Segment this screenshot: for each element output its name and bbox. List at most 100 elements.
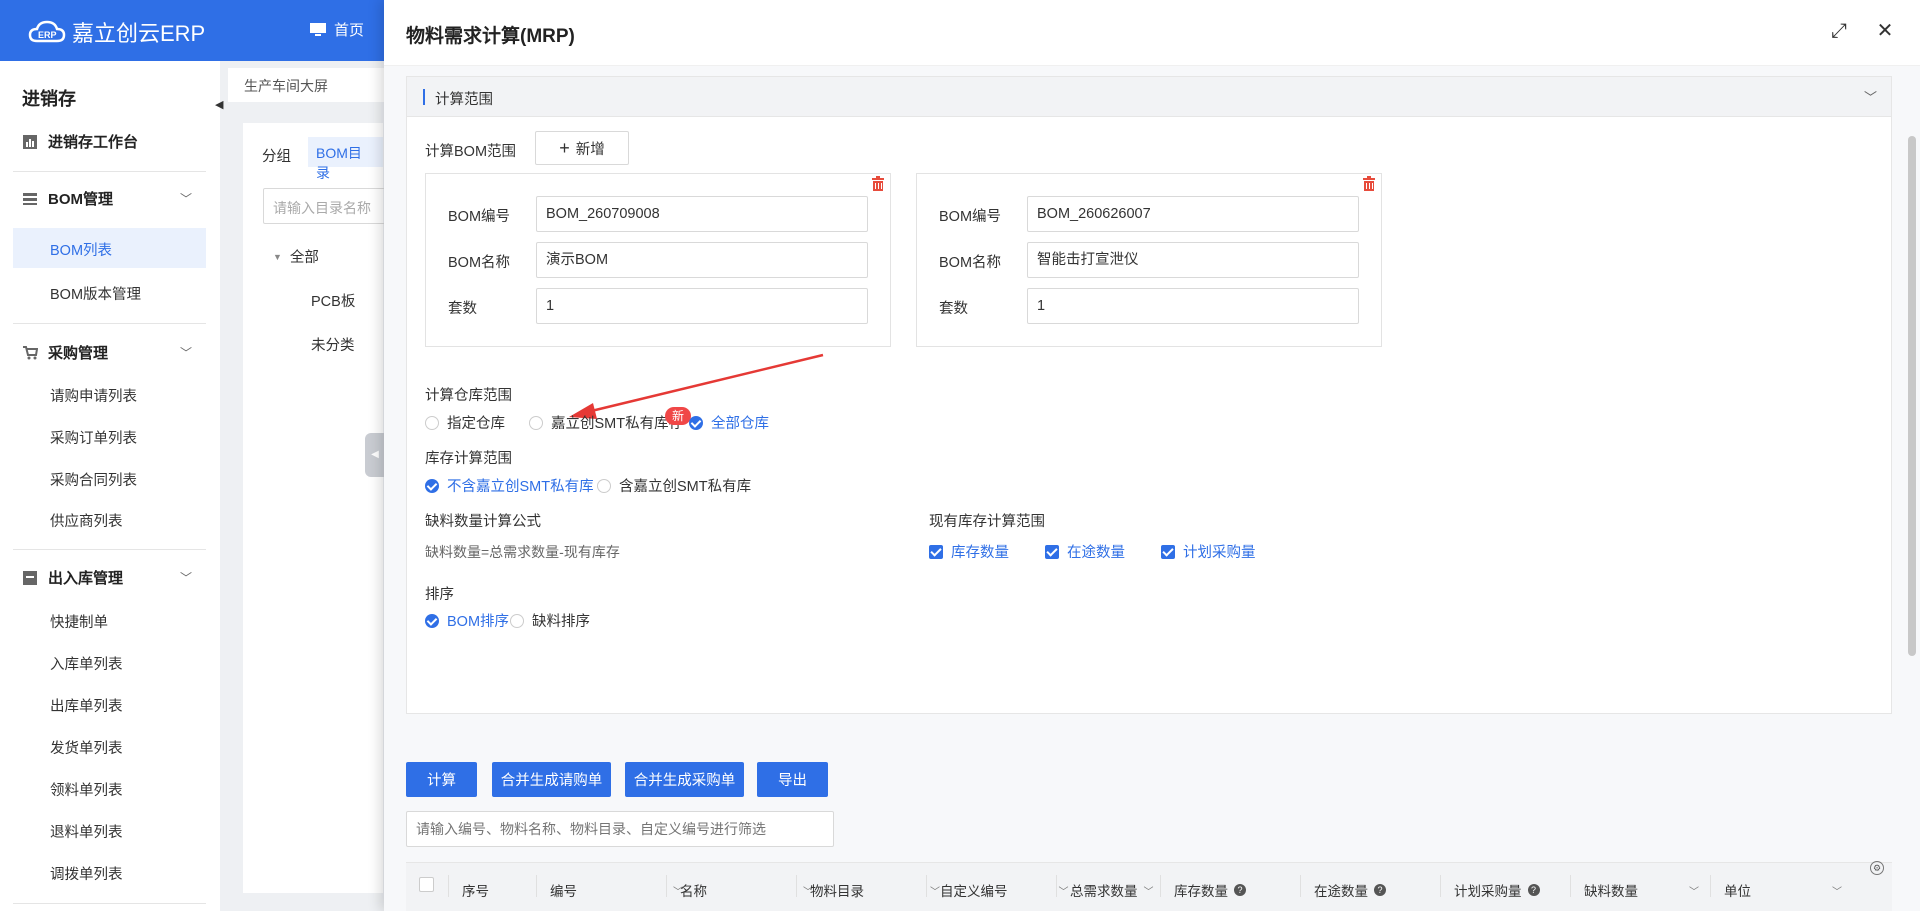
section-header[interactable]: 计算范围 ﹀ (407, 77, 1891, 117)
sidebar-item-requisition[interactable]: 请购申请列表 (50, 385, 137, 406)
close-icon[interactable]: ✕ (1874, 20, 1896, 42)
bom-name-field[interactable]: 演示BOM (536, 242, 868, 278)
radio-exclude-smt[interactable]: 不含嘉立创SMT私有库 (425, 475, 594, 496)
sidebar-item-quick-order[interactable]: 快捷制单 (50, 611, 108, 632)
sidebar-group-purchase[interactable]: 采购管理 ﹀ (22, 342, 192, 363)
sidebar-item-inbound[interactable]: 入库单列表 (50, 653, 123, 674)
chevron-down-icon[interactable]: ﹀ (1059, 883, 1069, 898)
bom-name-field[interactable]: 智能击打宣泄仪 (1027, 242, 1359, 278)
svg-text:ERP: ERP (38, 30, 57, 40)
home-link[interactable]: 首页 (310, 19, 364, 40)
col-total-demand[interactable]: 总需求数量 ﹀ (1070, 880, 1154, 900)
col-label: 库存数量 (1174, 884, 1228, 899)
divider (13, 171, 206, 172)
tab-label: 生产车间大屏 (244, 78, 328, 94)
sidebar-item-outbound[interactable]: 出库单列表 (50, 695, 123, 716)
filter-field[interactable] (407, 812, 833, 846)
radio-label: 指定仓库 (447, 416, 505, 432)
sidebar-item-transfer[interactable]: 调拨单列表 (50, 863, 123, 884)
home-label: 首页 (334, 22, 365, 39)
trash-icon[interactable] (870, 176, 886, 192)
select-all-checkbox[interactable] (419, 877, 434, 892)
directory-search-input[interactable]: 请输入目录名称 (263, 188, 393, 224)
expand-icon[interactable]: ⤢ (1828, 20, 1850, 42)
tree-node-pcb[interactable]: PCB板 (311, 290, 355, 311)
drawer-header: 物料需求计算(MRP) ⤢ ✕ (384, 0, 1920, 66)
bom-directory-tab[interactable]: BOM目录 (308, 137, 383, 181)
scrollbar[interactable] (1908, 136, 1916, 656)
help-icon[interactable]: ? (1527, 884, 1540, 896)
col-label: 序号 (462, 884, 489, 899)
bom-code-field[interactable]: BOM_260626007 (1027, 196, 1359, 232)
plus-icon: + (559, 138, 570, 158)
export-button[interactable]: 导出 (757, 762, 828, 797)
column-settings-icon[interactable]: ⚙ (1870, 861, 1884, 875)
col-material-dir[interactable]: 物料目录 ﹀ (810, 880, 940, 900)
bom-code-field[interactable]: BOM_260709008 (536, 196, 868, 232)
calculate-button[interactable]: 计算 (406, 762, 477, 797)
tree-node-all[interactable]: ▼ 全部 (273, 246, 319, 267)
panel-toggle-handle[interactable]: ◀ (365, 433, 385, 477)
col-label: 名称 (680, 884, 707, 899)
chevron-down-icon[interactable]: ﹀ (1864, 87, 1877, 106)
radio-sort-bom[interactable]: BOM排序 (425, 610, 509, 631)
col-name[interactable]: 名称 ﹀ (680, 880, 813, 900)
bom-qty-field[interactable]: 1 (536, 288, 868, 324)
radio-all-warehouse[interactable]: 全部仓库 (689, 412, 769, 433)
radio-sort-shortage[interactable]: 缺料排序 (510, 610, 590, 631)
sidebar-item-bom-list[interactable]: BOM列表 (50, 239, 112, 260)
col-custom-code[interactable]: 自定义编号 ﹀ (940, 880, 1069, 900)
sidebar-group-label: 出入库管理 (48, 570, 124, 587)
sidebar-item-purchase-contract[interactable]: 采购合同列表 (50, 469, 137, 490)
app-logo[interactable]: ERP 嘉立创云ERP (28, 16, 205, 48)
sidebar-group-stock[interactable]: 出入库管理 ﹀ (22, 567, 192, 588)
col-label: 自定义编号 (940, 884, 1008, 899)
tab-workshop-screen[interactable]: 生产车间大屏 (228, 68, 398, 102)
check-stock-qty[interactable]: 库存数量 (929, 541, 1009, 562)
sidebar-item-supplier[interactable]: 供应商列表 (50, 510, 123, 531)
check-planned-purchase[interactable]: 计划采购量 (1161, 541, 1256, 562)
col-shortage-qty[interactable]: 缺料数量 ﹀ (1584, 880, 1699, 900)
cart-icon (23, 345, 38, 359)
trash-icon[interactable] (1361, 176, 1377, 192)
radio-jlc-smt-private[interactable]: 嘉立创SMT私有库存 (529, 412, 683, 433)
bom-qty-label: 套数 (939, 301, 968, 317)
calc-range-section: 计算范围 ﹀ 计算BOM范围 + 新增 BOM编号 BOM_260709008 … (406, 76, 1892, 714)
list-icon (23, 192, 37, 205)
sidebar-item-bom-version[interactable]: BOM版本管理 (50, 283, 141, 304)
collapse-sidebar-icon[interactable]: ◀ (215, 98, 227, 122)
radio-include-smt[interactable]: 含嘉立创SMT私有库 (597, 475, 751, 496)
sidebar-item-purchase-order[interactable]: 采购订单列表 (50, 427, 137, 448)
sidebar-item-workbench[interactable]: 进销存工作台 (22, 131, 192, 152)
chevron-down-icon[interactable]: ﹀ (930, 883, 940, 898)
sidebar-item-return[interactable]: 退料单列表 (50, 821, 123, 842)
radio-specified-warehouse[interactable]: 指定仓库 (425, 412, 505, 433)
help-icon[interactable]: ? (1374, 884, 1386, 896)
col-code[interactable]: 编号 ﹀ (550, 880, 683, 900)
bom-code-label: BOM编号 (939, 209, 1002, 225)
checkbox-checked (1045, 544, 1059, 559)
chevron-down-icon[interactable]: ﹀ (1832, 883, 1842, 898)
col-label: 单位 (1724, 884, 1751, 899)
col-unit[interactable]: 单位 ﹀ (1724, 880, 1842, 900)
column-divider (448, 875, 449, 897)
radio-label: 嘉立创SMT私有库存 (551, 416, 684, 432)
shortage-formula-label: 缺料数量计算公式 (425, 514, 541, 530)
sidebar-item-delivery[interactable]: 发货单列表 (50, 737, 123, 758)
help-icon[interactable]: ? (1234, 884, 1246, 896)
sidebar-item-picking[interactable]: 领料单列表 (50, 779, 123, 800)
radio-circle (425, 415, 439, 430)
bom-qty-field[interactable]: 1 (1027, 288, 1359, 324)
sidebar-group-bom[interactable]: BOM管理 ﹀ (22, 188, 192, 209)
add-bom-button[interactable]: + 新增 (535, 131, 629, 165)
merge-requisition-button[interactable]: 合并生成请购单 (492, 762, 611, 797)
chevron-down-icon[interactable]: ﹀ (1144, 883, 1154, 898)
material-filter-input[interactable] (406, 811, 834, 847)
tree-node-uncategorized[interactable]: 未分类 (311, 334, 355, 355)
tree-label: 全部 (289, 250, 319, 266)
merge-purchase-order-button[interactable]: 合并生成采购单 (625, 762, 744, 797)
chevron-down-icon[interactable]: ﹀ (1689, 883, 1699, 898)
group-label: 分组 (262, 149, 291, 165)
check-transit-qty[interactable]: 在途数量 (1045, 541, 1125, 562)
radio-label: 不含嘉立创SMT私有库 (447, 479, 594, 495)
